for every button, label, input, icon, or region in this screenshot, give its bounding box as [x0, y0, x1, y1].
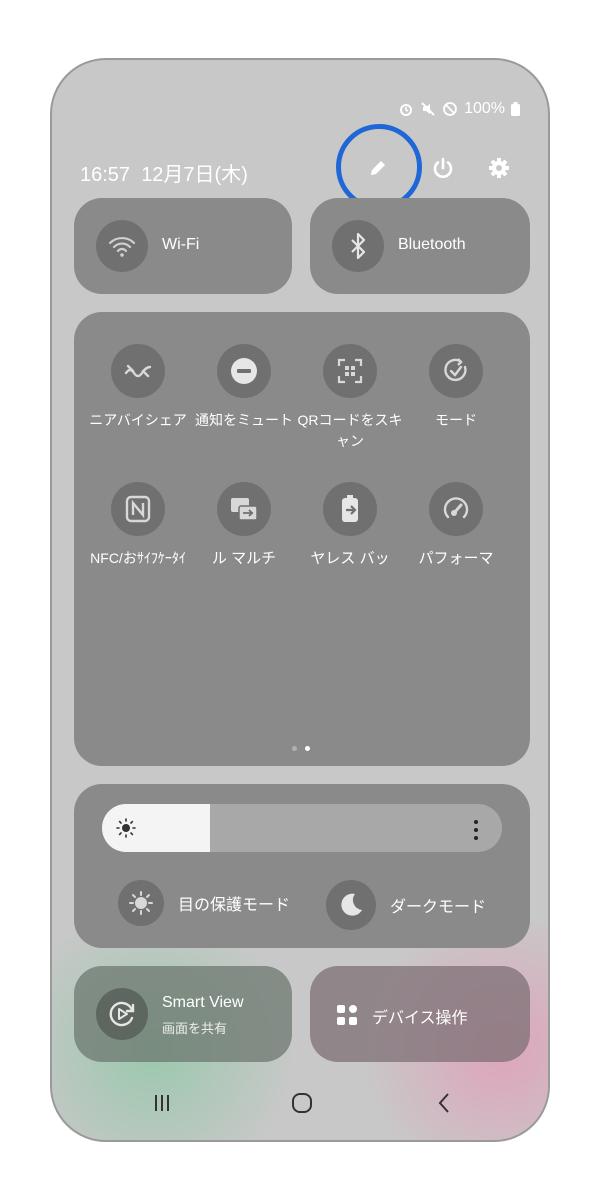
quick-settings-grid: ニアバイシェア 通知をミュート QRコードをスキャン モード NFC/おｻｲﾌｹ…: [74, 312, 530, 766]
vibrate-mute-icon: [421, 102, 435, 116]
recent-apps-button[interactable]: [142, 1088, 182, 1118]
qr-scan-icon: [323, 344, 377, 398]
modes-icon: [429, 344, 483, 398]
quick-tile-nearby-share[interactable]: ニアバイシェア: [84, 344, 192, 431]
home-icon: [292, 1093, 312, 1113]
device-control-label: デバイス操作: [372, 1010, 468, 1027]
quick-tile-performance[interactable]: パフォーマ: [402, 482, 510, 569]
eye-comfort-label: 目の保護モード: [178, 897, 291, 914]
sun-icon: [116, 818, 136, 838]
battery-percentage: 100%: [464, 100, 505, 117]
dark-mode-icon: [326, 880, 376, 930]
gear-icon: [489, 158, 509, 178]
battery-icon: [511, 102, 520, 116]
wireless-battery-icon: [323, 482, 377, 536]
device-control-tile[interactable]: デバイス操作: [310, 966, 530, 1062]
multi-control-icon: [217, 482, 271, 536]
quick-tile-wireless-battery[interactable]: ヤレス バッ: [296, 482, 404, 569]
quick-tile-qr-scan[interactable]: QRコードをスキャン: [296, 344, 404, 452]
page-indicator: [292, 746, 310, 751]
wifi-icon: [108, 236, 136, 257]
mute-notifications-icon: [217, 344, 271, 398]
brightness-fill: [102, 804, 210, 852]
status-bar: 100%: [398, 100, 520, 118]
date: 12月7日(木): [141, 164, 248, 186]
smart-view-icon-circle: [96, 988, 148, 1040]
qr-scan-label: QRコードをスキャン: [297, 412, 403, 449]
alarm-icon: [400, 104, 413, 116]
nearby-share-label: ニアバイシェア: [89, 412, 187, 428]
wifi-tile[interactable]: Wi-Fi: [74, 198, 292, 294]
power-button[interactable]: [419, 144, 467, 192]
settings-button[interactable]: [475, 144, 523, 192]
quick-tile-nfc[interactable]: NFC/おｻｲﾌｹｰﾀｲ: [84, 482, 192, 569]
back-button[interactable]: [424, 1088, 464, 1118]
mute-notifications-label: 通知をミュート: [195, 412, 293, 428]
brightness-panel: 目の保護モード ダークモード: [74, 784, 530, 948]
eye-comfort-toggle[interactable]: 目の保護モード: [118, 880, 290, 926]
home-button[interactable]: [282, 1088, 322, 1118]
navigation-bar: [52, 1070, 548, 1130]
multi-control-label: ル マルチ: [211, 550, 277, 567]
nfc-icon: [111, 482, 165, 536]
smart-view-icon: [109, 1001, 135, 1027]
time: 16:57: [80, 164, 131, 186]
bluetooth-tile[interactable]: Bluetooth: [310, 198, 530, 294]
notification-panel: 100% 16:57 12月7日(木) Wi-Fi Bluetooth ニアバイ…: [50, 58, 550, 1142]
smart-view-title: Smart View: [162, 994, 244, 1011]
quick-tile-mute-notifications[interactable]: 通知をミュート: [190, 344, 298, 431]
nearby-share-icon: [111, 344, 165, 398]
quick-tile-modes[interactable]: モード: [402, 344, 510, 431]
nfc-label: NFC/おｻｲﾌｹｰﾀｲ: [90, 550, 186, 566]
wireless-battery-label: ヤレス バッ: [310, 550, 390, 567]
date-time: 16:57 12月7日(木): [80, 158, 248, 187]
smart-view-subtitle: 画面を共有: [162, 1021, 228, 1036]
page-dot-1[interactable]: [292, 746, 297, 751]
wifi-icon-circle: [96, 220, 148, 272]
bluetooth-label: Bluetooth: [398, 236, 466, 253]
eye-comfort-icon: [118, 880, 164, 926]
power-icon: [433, 157, 453, 178]
wifi-label: Wi-Fi: [162, 236, 200, 253]
do-not-disturb-icon: [443, 102, 457, 116]
performance-icon: [429, 482, 483, 536]
recent-apps-icon: [155, 1095, 169, 1111]
smart-view-tile[interactable]: Smart View 画面を共有: [74, 966, 292, 1062]
dark-mode-label: ダークモード: [390, 899, 487, 916]
page-dot-2[interactable]: [305, 746, 310, 751]
quick-tile-multi-control[interactable]: ル マルチ: [190, 482, 298, 569]
device-control-icon: [337, 1005, 357, 1025]
modes-label: モード: [435, 412, 477, 428]
brightness-slider[interactable]: [102, 804, 502, 852]
bluetooth-icon-circle: [332, 220, 384, 272]
more-options-icon[interactable]: [474, 816, 480, 844]
back-icon: [438, 1093, 449, 1113]
performance-label: パフォーマ: [418, 550, 494, 567]
bluetooth-icon: [351, 232, 366, 260]
dark-mode-toggle[interactable]: ダークモード: [326, 880, 486, 930]
